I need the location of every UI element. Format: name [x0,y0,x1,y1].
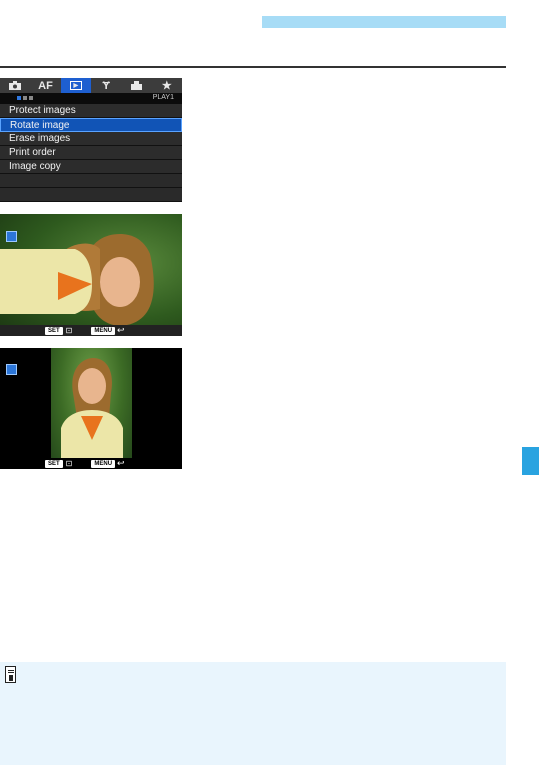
header-rule [0,66,506,68]
menu-item-empty [0,174,182,188]
page-dot [23,96,27,100]
star-icon: ★ [161,80,172,92]
menu-page-label: PLAY1 [152,94,174,101]
menu-subbar: PLAY1 [0,93,182,104]
wrench-icon: Ɏ [102,79,110,92]
menu-item-empty [0,188,182,202]
menu-item-image-copy[interactable]: Image copy [0,160,182,174]
tab-setup[interactable]: Ɏ [91,78,121,93]
rotated-portrait-photo [0,234,154,326]
menu-tab-bar: AF ▶ Ɏ ★ [0,78,182,93]
return-arrow-icon: ↩ [117,458,125,468]
tab-custom[interactable] [121,78,151,93]
camera-menu-screen: AF ▶ Ɏ ★ PLAY1 Protect images Rotate ima… [0,78,182,202]
return-arrow-icon: ↩ [117,325,125,335]
custom-camera-icon [130,81,142,90]
tab-af[interactable]: AF [30,78,60,93]
page-dot [17,96,21,100]
tab-af-label: AF [38,79,53,92]
set-button-label: SET [45,326,63,335]
chapter-side-tab [522,447,539,475]
tab-my-menu[interactable]: ★ [152,78,182,93]
menu-item-rotate-image[interactable]: Rotate image [0,118,182,132]
menu-item-protect-images[interactable]: Protect images [0,104,182,118]
tab-playback[interactable]: ▶ [60,78,91,93]
rotate-preview-screen: SET ⊡ MENU ↩ [0,214,182,336]
memo-icon [5,666,16,683]
result-status-bar: SET ⊡ MENU ↩ [0,458,182,469]
camera-rotate-icon [6,364,17,375]
camera-icon [9,81,22,90]
menu-item-print-order[interactable]: Print order [0,146,182,160]
note-box [0,662,506,765]
menu-button-label: MENU [91,326,116,335]
menu-button-label: MENU [91,459,116,468]
menu-item-erase-images[interactable]: Erase images [0,132,182,146]
preview-status-bar: SET ⊡ MENU ↩ [0,325,182,336]
rotate-camera-icon: ⊡ [65,326,73,335]
play-icon: ▶ [69,81,82,90]
rotate-camera-icon: ⊡ [65,459,73,468]
tab-shooting[interactable] [0,78,30,93]
camera-rotate-icon [6,231,17,242]
page-dot [29,96,33,100]
rotated-result-screen: SET ⊡ MENU ↩ [0,348,182,469]
menu-list: Protect images Rotate image Erase images… [0,104,182,202]
page-dots [17,96,33,100]
set-button-label: SET [45,459,63,468]
upright-portrait-photo [61,358,123,469]
header-color-band [262,16,506,28]
